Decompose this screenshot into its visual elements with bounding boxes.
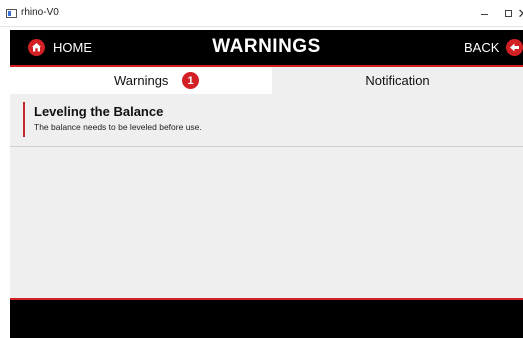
warnings-count-badge: 1 (182, 72, 199, 89)
tab-warnings[interactable]: Warnings 1 (10, 67, 272, 94)
warnings-list-area (10, 147, 523, 298)
app-footer (10, 298, 523, 338)
close-button[interactable]: ✕ (505, 0, 523, 27)
warning-accent-bar (23, 102, 25, 137)
tab-warnings-label: Warnings (114, 73, 169, 88)
back-arrow-icon[interactable] (506, 39, 523, 56)
window-titlebar: rhino-V0 ✕ (0, 0, 523, 27)
warning-title: Leveling the Balance (34, 104, 164, 119)
page-title: WARNINGS (212, 36, 321, 57)
close-icon: ✕ (518, 6, 523, 22)
warning-list-item[interactable]: Leveling the Balance The balance needs t… (10, 94, 523, 147)
left-gutter (0, 27, 10, 338)
tab-bar: Warnings 1 Notification (10, 65, 523, 94)
app-window-icon (6, 9, 17, 18)
app-header: HOME WARNINGS BACK (10, 30, 523, 65)
warning-message: The balance needs to be leveled before u… (34, 122, 202, 132)
tab-notification-label: Notification (365, 73, 430, 88)
back-button[interactable]: BACK (464, 40, 499, 55)
window-title: rhino-V0 (21, 7, 59, 18)
tab-notification[interactable]: Notification (272, 67, 523, 94)
minimize-icon (480, 13, 488, 15)
